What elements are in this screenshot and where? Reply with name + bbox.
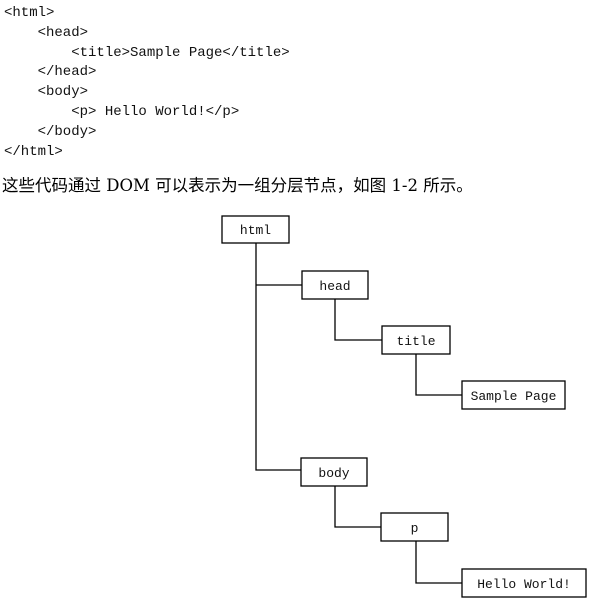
node-title-label: title <box>396 334 435 349</box>
node-body: body <box>300 457 368 487</box>
edge-title-to-text <box>415 354 462 396</box>
edge-html-to-body <box>255 243 301 471</box>
node-html-label: html <box>240 223 271 238</box>
node-head: head <box>301 270 369 300</box>
dom-tree-diagram: html head title Sample Page body p Hello… <box>221 215 587 598</box>
node-p-text: Hello World! <box>461 568 587 598</box>
node-title-text: Sample Page <box>461 380 566 410</box>
node-p: p <box>380 512 449 542</box>
node-title-text-label: Sample Page <box>471 389 557 404</box>
node-title: title <box>381 325 451 355</box>
node-body-label: body <box>318 466 349 481</box>
edge-p-to-text <box>415 541 462 584</box>
edge-body-to-p <box>334 486 381 528</box>
node-p-text-label: Hello World! <box>477 577 571 592</box>
node-html: html <box>221 215 290 244</box>
edge-head-to-title <box>334 299 382 341</box>
node-p-label: p <box>411 521 419 536</box>
node-head-label: head <box>319 279 350 294</box>
